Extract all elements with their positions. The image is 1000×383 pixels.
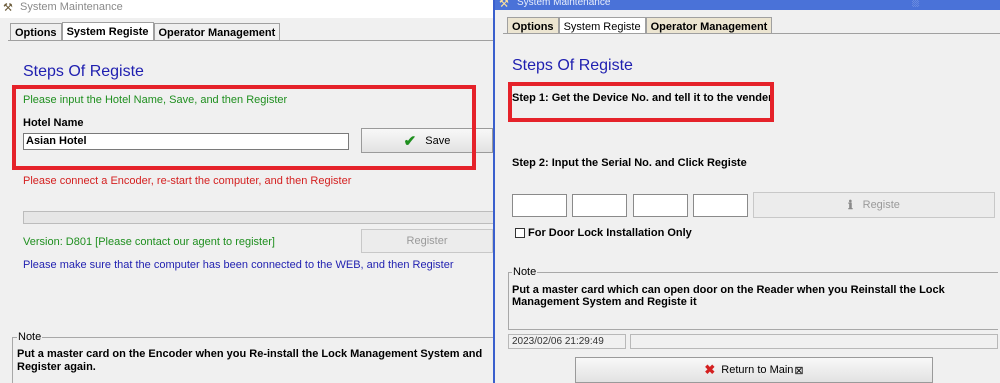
note-label: Note — [17, 331, 43, 343]
registe-button-label: Registe — [862, 199, 900, 211]
web-notice: Please make sure that the computer has b… — [23, 259, 454, 271]
serial-input-3[interactable] — [633, 194, 688, 217]
left-tab-bar: Options System Registe Operator Manageme… — [10, 22, 281, 41]
right-tab-bar: Options System Registe Operator Manageme… — [507, 17, 773, 34]
right-titlebar: ⚒ System Maintenance ░ — [495, 0, 1000, 10]
return-to-main-button[interactable]: ✖ Return to Main ⊠ — [575, 357, 933, 383]
right-heading: Steps Of Registe — [512, 57, 633, 74]
left-titlebar: ⚒ System Maintenance — [0, 0, 500, 18]
highlight-box-device — [508, 82, 774, 122]
serial-input-2[interactable] — [572, 194, 627, 217]
highlight-box-hotel — [12, 85, 476, 170]
note-text: Put a master card which can open door on… — [512, 284, 945, 308]
left-window-title: System Maintenance — [20, 1, 123, 13]
return-to-main-label: Return to Main — [721, 364, 794, 376]
note-text: Put a master card on the Encoder when yo… — [17, 348, 483, 373]
left-window: ⚒ System Maintenance Options System Regi… — [0, 0, 500, 383]
serial-input-4[interactable] — [693, 194, 748, 217]
tab-options[interactable]: Options — [507, 17, 559, 33]
register-button[interactable]: Register — [361, 229, 493, 253]
tab-options[interactable]: Options — [10, 23, 62, 41]
status-timestamp: 2023/02/06 21:29:49 — [508, 334, 626, 349]
tab-operator-management[interactable]: Operator Management — [645, 17, 773, 33]
info-icon: ℹ — [848, 198, 853, 212]
cursor-box-icon: ⊠ — [794, 364, 804, 377]
tab-system-registe[interactable]: System Registe — [558, 17, 646, 34]
right-window-title: System Maintenance — [517, 0, 611, 8]
tab-system-registe[interactable]: System Registe — [61, 22, 154, 41]
app-icon: ⚒ — [499, 0, 509, 10]
app-icon: ⚒ — [3, 2, 13, 14]
right-window: ⚒ System Maintenance ░ Options System Re… — [493, 0, 1000, 383]
status-cell-empty — [630, 334, 998, 349]
x-icon: ✖ — [704, 362, 716, 377]
tab-operator-management[interactable]: Operator Management — [153, 23, 281, 41]
window-control-icon[interactable]: ░ — [912, 0, 919, 7]
registe-button[interactable]: ℹ Registe — [753, 192, 995, 218]
serial-input-1[interactable] — [512, 194, 567, 217]
door-lock-checkbox[interactable] — [515, 228, 525, 238]
register-progress-bar — [23, 211, 498, 224]
encoder-notice: Please connect a Encoder, re-start the c… — [23, 175, 352, 187]
note-label: Note — [512, 266, 538, 278]
left-heading: Steps Of Registe — [23, 63, 144, 80]
step2-text: Step 2: Input the Serial No. and Click R… — [512, 157, 747, 169]
door-lock-checkbox-label: For Door Lock Installation Only — [528, 227, 692, 239]
version-text: Version: D801 [Please contact our agent … — [23, 236, 275, 248]
